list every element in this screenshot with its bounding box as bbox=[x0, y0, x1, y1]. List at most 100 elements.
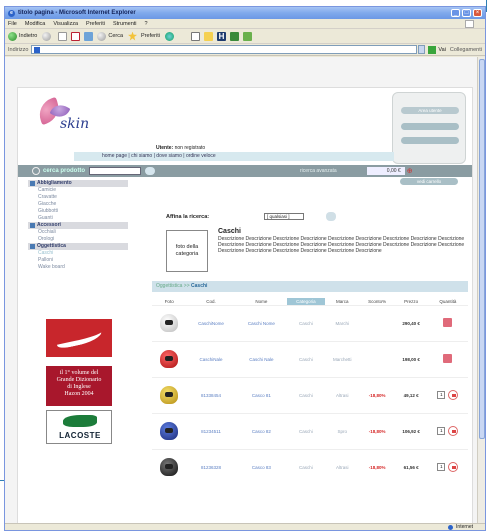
cart-icon[interactable]: ⊕ bbox=[407, 167, 413, 175]
browser-window: e titolo pagina - Microsoft Internet Exp… bbox=[4, 6, 486, 531]
star-icon bbox=[128, 31, 138, 41]
product-photo[interactable] bbox=[152, 448, 187, 485]
sidebar-item-caschi[interactable]: Caschi bbox=[28, 250, 128, 257]
product-nome[interactable]: Casco 81 bbox=[235, 376, 288, 413]
menu-file[interactable]: File bbox=[8, 21, 17, 27]
group-title: Oggettistica bbox=[37, 243, 66, 249]
search-button[interactable]: Cerca bbox=[97, 31, 124, 41]
col-categoria[interactable]: Categoria bbox=[287, 298, 325, 305]
refine-select[interactable]: [ qualsiasi ] bbox=[264, 213, 304, 220]
breadcrumb-current[interactable]: Caschi bbox=[191, 283, 207, 289]
lacoste-banner[interactable]: LACOSTE bbox=[46, 410, 112, 444]
lacoste-text: LACOSTE bbox=[59, 431, 101, 440]
quantity-input[interactable]: 1 bbox=[437, 427, 446, 435]
logo-text: skin bbox=[60, 116, 90, 132]
col-prezzo[interactable]: Prezzo bbox=[394, 298, 428, 305]
menu-modifica[interactable]: Modifica bbox=[25, 21, 45, 27]
product-cod[interactable]: 81234511 bbox=[186, 412, 236, 449]
category-group-oggettistica[interactable]: Oggettistica bbox=[28, 243, 128, 250]
address-dropdown[interactable] bbox=[418, 45, 426, 54]
sidebar-item-giubbotti[interactable]: Giubbotti bbox=[28, 208, 128, 215]
product-nome[interactable]: Casco 83 bbox=[235, 448, 288, 485]
menu-preferiti[interactable]: Preferiti bbox=[86, 21, 105, 27]
col-quantita: Quantità bbox=[439, 298, 457, 304]
menu-strumenti[interactable]: Strumenti bbox=[113, 21, 137, 27]
favorites-button[interactable]: Preferiti bbox=[128, 31, 160, 41]
product-nome[interactable]: Casco 82 bbox=[235, 412, 288, 449]
mail-icon[interactable] bbox=[190, 31, 200, 41]
sidebar-item-giacche[interactable]: Giacche bbox=[28, 201, 128, 208]
product-nome[interactable]: Caschi Nome bbox=[235, 304, 288, 341]
h-icon[interactable]: H bbox=[216, 31, 226, 41]
sidebar-item-cravatte[interactable]: Cravatte bbox=[28, 194, 128, 201]
media-icon[interactable] bbox=[164, 31, 174, 41]
product-qty: 1 bbox=[427, 376, 468, 413]
grid-icon[interactable] bbox=[229, 31, 239, 41]
product-cod[interactable]: 81236328 bbox=[186, 448, 236, 485]
refine-go-button[interactable] bbox=[326, 212, 336, 221]
search-label: Cerca bbox=[108, 33, 124, 39]
forward-button[interactable] bbox=[42, 31, 53, 41]
col-sconto[interactable]: Sconto% bbox=[360, 298, 394, 305]
dictionary-banner[interactable]: il 1° volume del Grande Dizionario di In… bbox=[46, 366, 112, 406]
breadcrumb-path[interactable]: Oggettistica >> bbox=[156, 283, 191, 289]
group-title: Abbigliamento bbox=[37, 180, 72, 186]
product-photo[interactable] bbox=[152, 304, 187, 341]
sidebar-item-palloni[interactable]: Palloni bbox=[28, 257, 128, 264]
messenger-icon[interactable] bbox=[242, 31, 252, 41]
top-nav[interactable]: home page | chi siamo | dove siamo | ord… bbox=[74, 152, 394, 161]
menu-help[interactable]: ? bbox=[145, 21, 148, 27]
search-go-button[interactable] bbox=[145, 167, 156, 175]
sidebar-item-camicie[interactable]: Camicie bbox=[28, 187, 128, 194]
quantity-input[interactable]: 1 bbox=[437, 463, 446, 472]
category-group-accessori[interactable]: Accessori bbox=[28, 222, 128, 229]
address-input[interactable] bbox=[31, 45, 418, 54]
product-cod[interactable]: 81338454 bbox=[186, 376, 236, 413]
category-group-abbigliamento[interactable]: Abbigliamento bbox=[28, 180, 128, 187]
dict-line: il 1° volume del bbox=[59, 370, 99, 376]
col-cod[interactable]: Cod. bbox=[186, 298, 235, 305]
gift-icon[interactable] bbox=[443, 318, 453, 327]
col-nome[interactable]: Nome bbox=[236, 298, 288, 305]
site-logo[interactable]: skin bbox=[34, 96, 94, 138]
sidebar-item-wake-board[interactable]: Wake board bbox=[28, 264, 128, 271]
history-icon[interactable] bbox=[178, 32, 187, 41]
maximize-button[interactable]: □ bbox=[462, 9, 471, 17]
go-button[interactable]: Vai bbox=[428, 45, 446, 54]
vertical-scrollbar[interactable] bbox=[477, 57, 485, 525]
vedi-carrello-button[interactable]: vedi carrello bbox=[400, 178, 458, 185]
stop-icon[interactable] bbox=[58, 31, 68, 41]
product-photo[interactable] bbox=[152, 376, 187, 413]
sidebar-item-guanti[interactable]: Guanti bbox=[28, 215, 128, 222]
product-cat: Caschi bbox=[287, 304, 325, 341]
menu-visualizza[interactable]: Visualizza bbox=[53, 21, 78, 27]
product-photo[interactable] bbox=[152, 340, 187, 377]
close-button[interactable]: × bbox=[473, 9, 482, 17]
folder-icon[interactable] bbox=[203, 31, 213, 41]
advanced-search-link[interactable]: ricerca avanzata bbox=[300, 168, 337, 174]
user-panel: Area utente bbox=[392, 92, 466, 164]
sidebar-item-orologi[interactable]: Orologi bbox=[28, 236, 128, 243]
minimize-button[interactable]: _ bbox=[451, 9, 460, 17]
sidebar-item-occhiali[interactable]: Occhiali bbox=[28, 229, 128, 236]
add-to-cart-icon[interactable] bbox=[448, 390, 459, 400]
refresh-icon[interactable] bbox=[71, 31, 81, 41]
product-cod[interactable]: CaschiNome bbox=[186, 304, 236, 341]
scroll-thumb[interactable] bbox=[479, 59, 485, 439]
product-photo[interactable] bbox=[152, 412, 187, 449]
home-icon[interactable] bbox=[84, 31, 94, 41]
add-to-cart-icon[interactable] bbox=[448, 426, 459, 436]
product-cod[interactable]: CaschiNale bbox=[186, 340, 236, 377]
back-button[interactable]: Indietro bbox=[8, 31, 37, 41]
quantity-input[interactable]: 1 bbox=[437, 391, 446, 399]
product-nome[interactable]: Caschi Nale bbox=[235, 340, 288, 377]
col-foto: Foto bbox=[164, 298, 174, 304]
group-title: Accessori bbox=[37, 222, 61, 228]
area-utente-button[interactable]: Area utente bbox=[401, 107, 459, 114]
links-toolbar[interactable]: Collegamenti bbox=[450, 47, 482, 53]
col-marca[interactable]: Marca bbox=[325, 298, 360, 305]
nike-banner[interactable] bbox=[46, 319, 112, 357]
search-input[interactable] bbox=[89, 167, 142, 175]
gift-icon[interactable] bbox=[443, 354, 453, 363]
add-to-cart-icon[interactable] bbox=[448, 462, 459, 473]
